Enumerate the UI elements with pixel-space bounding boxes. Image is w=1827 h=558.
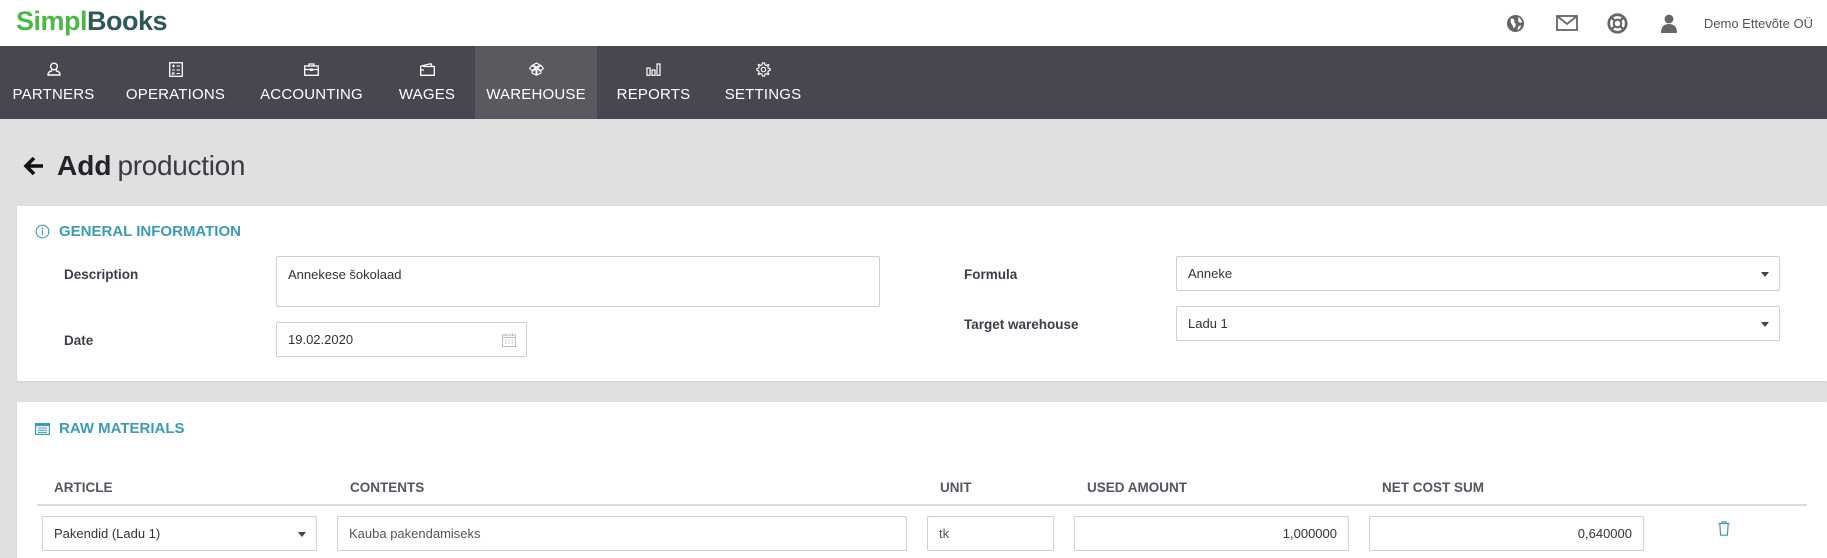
chevron-down-icon xyxy=(298,531,306,537)
logo-part-books: Books xyxy=(87,6,168,36)
help-lifebuoy-icon[interactable] xyxy=(1606,11,1630,35)
delete-row-icon[interactable] xyxy=(1718,521,1730,536)
partner-icon xyxy=(46,60,61,78)
formula-label: Formula xyxy=(964,267,1018,282)
nav-label: REPORTS xyxy=(616,86,691,103)
top-header: SimplBooks Demo Ettevõte OÜ xyxy=(0,0,1827,46)
section-title-text: RAW MATERIALS xyxy=(59,420,185,437)
nav-partners[interactable]: PARTNERS xyxy=(0,46,107,119)
chevron-down-icon xyxy=(1761,271,1769,277)
page-title-action: Add xyxy=(57,150,112,181)
list-icon xyxy=(35,422,50,435)
wallet-icon xyxy=(419,60,435,78)
nav-label: WAREHOUSE xyxy=(486,86,586,103)
contents-value: Kauba pakendamiseks xyxy=(349,526,481,541)
description-input[interactable]: Annekese šokolaad xyxy=(276,256,880,307)
nav-settings[interactable]: SETTINGS xyxy=(710,46,816,119)
boxes-icon xyxy=(528,60,544,78)
raw-materials-header: RAW MATERIALS xyxy=(35,420,185,437)
general-information-header: GENERAL INFORMATION xyxy=(35,223,241,240)
column-header-contents: CONTENTS xyxy=(350,480,425,495)
logo[interactable]: SimplBooks xyxy=(16,6,168,37)
mail-icon[interactable] xyxy=(1555,11,1579,35)
column-header-net-cost-sum: NET COST SUM xyxy=(1382,480,1485,495)
description-value: Annekese šokolaad xyxy=(288,267,402,282)
article-value: Pakendid (Ladu 1) xyxy=(54,526,161,541)
company-name[interactable]: Demo Ettevõte OÜ xyxy=(1704,16,1813,31)
section-title-text: GENERAL INFORMATION xyxy=(59,223,241,240)
unit-input[interactable]: tk xyxy=(927,516,1054,551)
main-nav: PARTNERS OPERATIONS ACCOUNTING WAGES WAR… xyxy=(0,46,1827,119)
nav-label: SETTINGS xyxy=(724,86,802,103)
nav-label: ACCOUNTING xyxy=(260,86,363,103)
calendar-icon[interactable] xyxy=(502,333,516,347)
date-input[interactable]: 19.02.2020 xyxy=(276,322,527,357)
logo-part-simpl: Simpl xyxy=(16,6,88,36)
page-title-entity: production xyxy=(117,150,246,181)
nav-label: WAGES xyxy=(398,86,456,103)
formula-select[interactable]: Anneke xyxy=(1176,256,1780,291)
nav-wages[interactable]: WAGES xyxy=(379,46,475,119)
user-icon[interactable] xyxy=(1657,11,1681,35)
back-arrow-icon[interactable] xyxy=(23,155,45,177)
column-header-article: ARTICLE xyxy=(54,480,113,495)
chevron-down-icon xyxy=(1761,321,1769,327)
target-warehouse-value: Ladu 1 xyxy=(1188,316,1228,331)
raw-materials-card: RAW MATERIALS ARTICLE CONTENTS UNIT USED… xyxy=(17,402,1827,558)
date-label: Date xyxy=(64,333,94,348)
nav-accounting[interactable]: ACCOUNTING xyxy=(244,46,379,119)
operations-icon xyxy=(168,60,183,78)
nav-operations[interactable]: OPERATIONS xyxy=(107,46,244,119)
bar-chart-icon xyxy=(646,60,661,78)
page-title: Add production xyxy=(23,150,246,182)
net-cost-sum-input[interactable]: 0,640000 xyxy=(1369,516,1644,551)
net-cost-sum-value: 0,640000 xyxy=(1577,526,1632,541)
formula-value: Anneke xyxy=(1188,266,1233,281)
used-amount-value: 1,000000 xyxy=(1282,526,1337,541)
date-value: 19.02.2020 xyxy=(288,332,354,347)
info-icon xyxy=(35,224,50,239)
nav-label: OPERATIONS xyxy=(125,86,226,103)
column-header-used-amount: USED AMOUNT xyxy=(1087,480,1187,495)
used-amount-input[interactable]: 1,000000 xyxy=(1074,516,1349,551)
general-information-card: GENERAL INFORMATION Description Annekese… xyxy=(17,206,1827,381)
briefcase-icon xyxy=(304,60,319,78)
target-warehouse-label: Target warehouse xyxy=(964,317,1079,332)
contents-input[interactable]: Kauba pakendamiseks xyxy=(337,516,907,551)
nav-reports[interactable]: REPORTS xyxy=(597,46,710,119)
gear-icon xyxy=(755,60,771,78)
nav-warehouse[interactable]: WAREHOUSE xyxy=(475,46,597,119)
nav-label: PARTNERS xyxy=(12,86,95,103)
target-warehouse-select[interactable]: Ladu 1 xyxy=(1176,306,1780,341)
table-header-divider xyxy=(37,504,1807,506)
description-label: Description xyxy=(64,267,139,282)
column-header-unit: UNIT xyxy=(940,480,972,495)
header-actions: Demo Ettevõte OÜ xyxy=(1504,0,1827,46)
unit-value: tk xyxy=(939,526,950,541)
article-select[interactable]: Pakendid (Ladu 1) xyxy=(42,516,317,551)
globe-icon[interactable] xyxy=(1504,11,1528,35)
